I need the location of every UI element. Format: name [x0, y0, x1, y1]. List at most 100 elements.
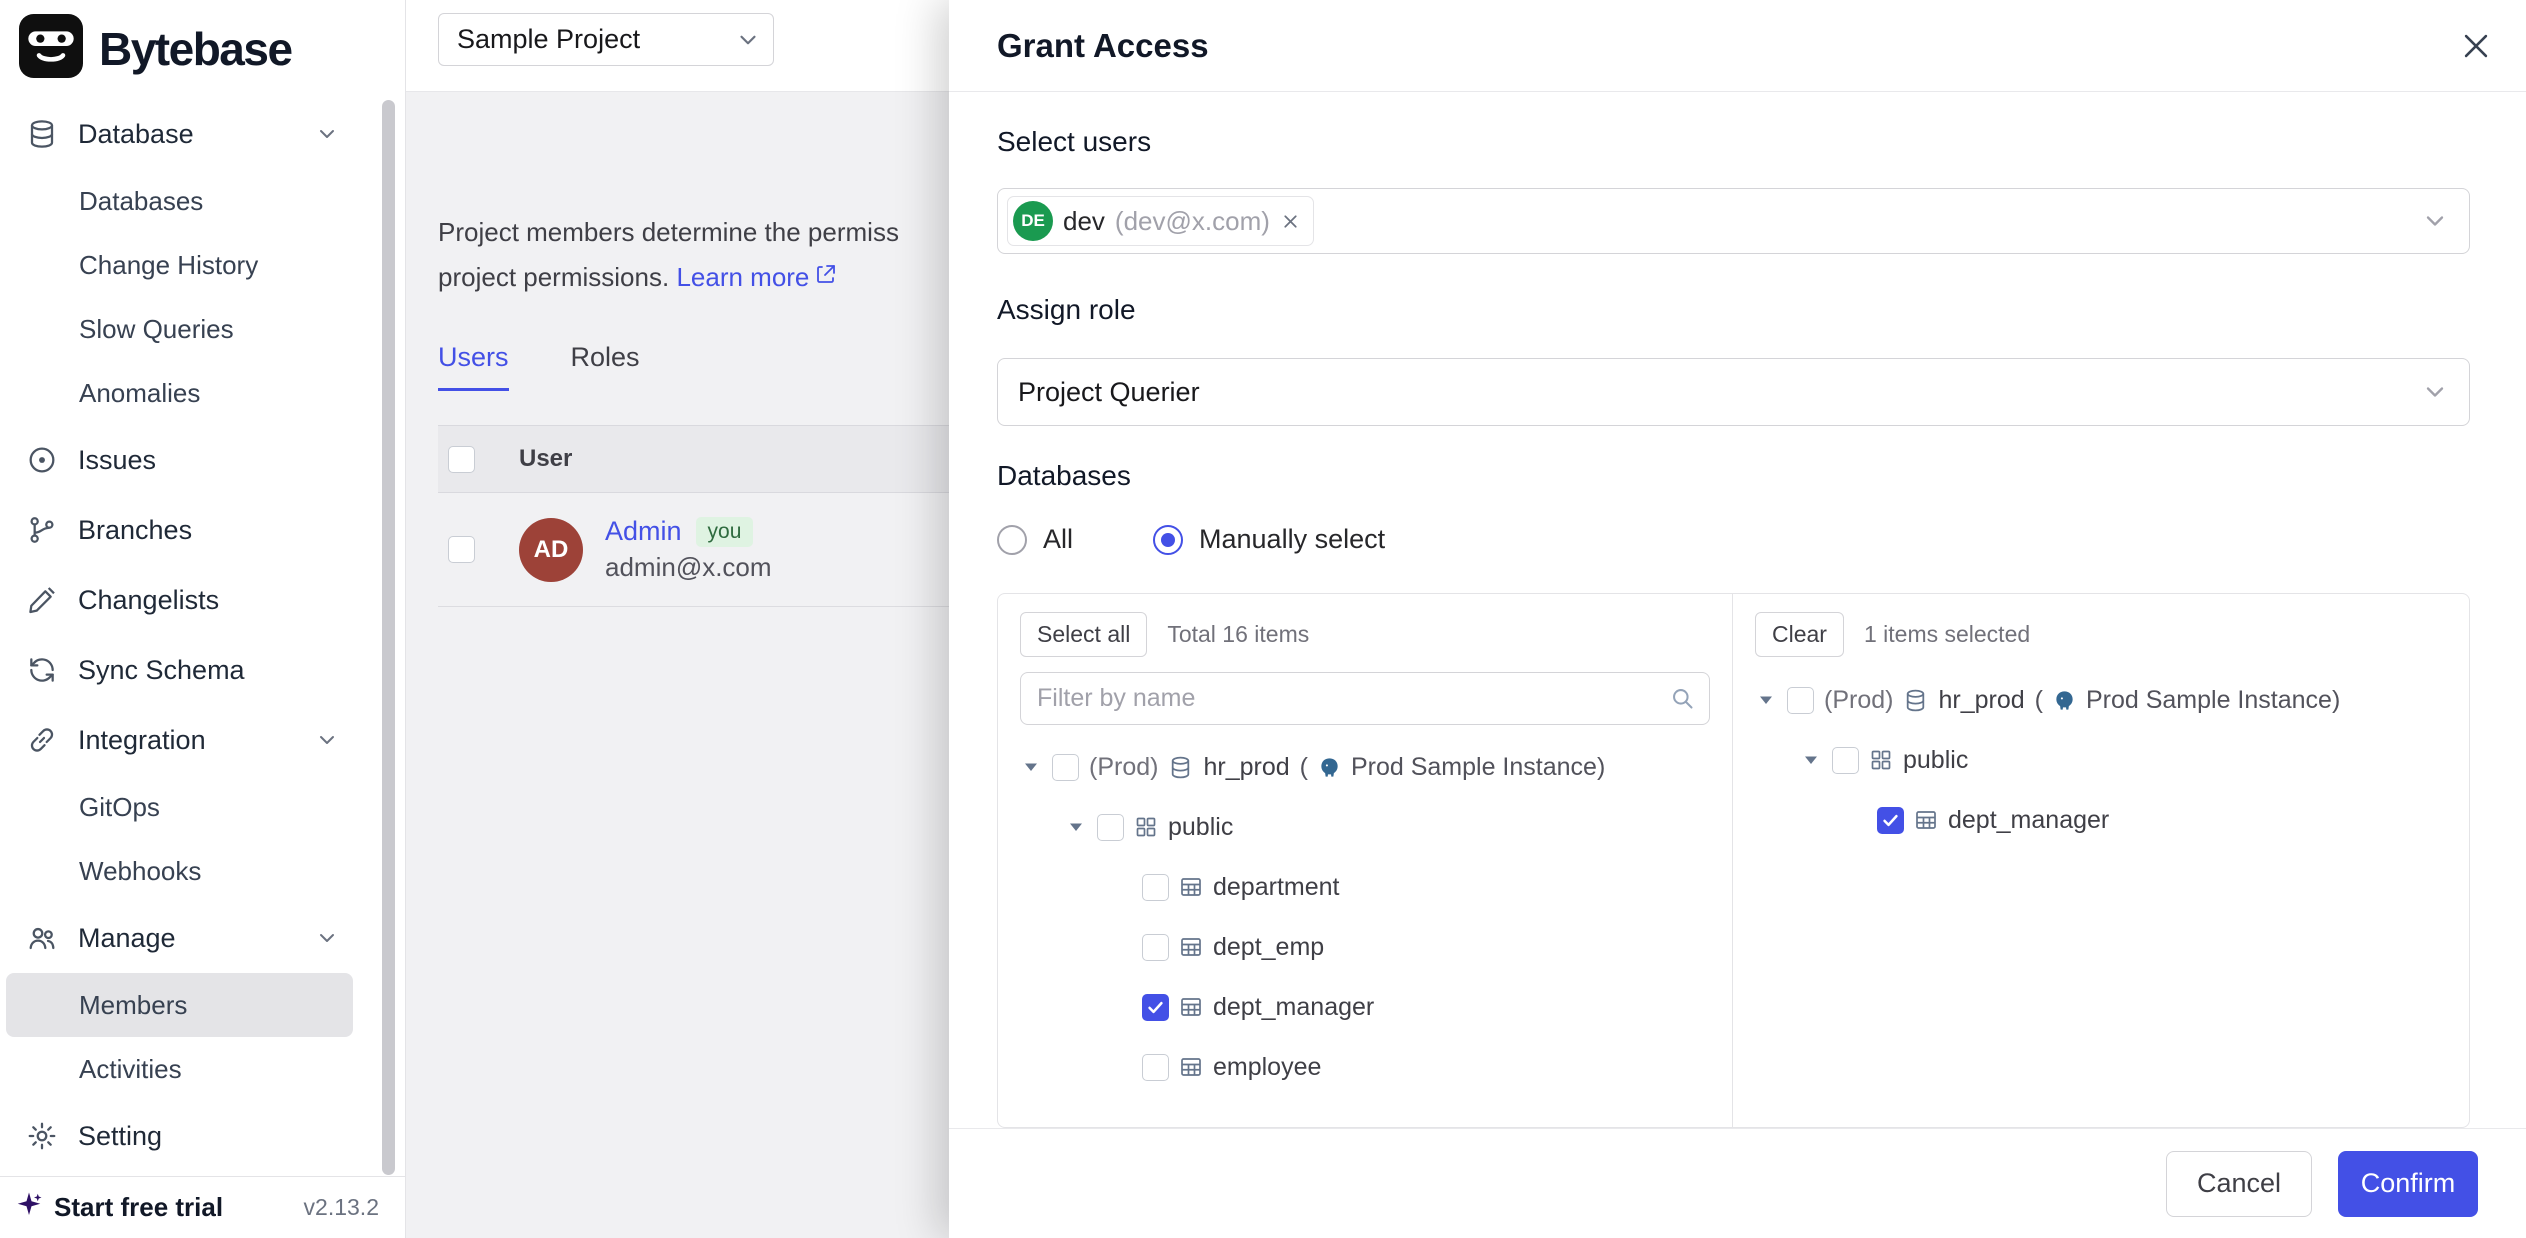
sidebar-item-changelists[interactable]: Changelists: [6, 565, 353, 635]
sidebar-item-anomalies[interactable]: Anomalies: [6, 361, 353, 425]
table-icon: [1179, 1055, 1203, 1079]
selected-count-label: 1 items selected: [1864, 621, 2030, 648]
caret-down-icon[interactable]: [1020, 757, 1042, 777]
radio-icon[interactable]: [997, 525, 1027, 555]
confirm-button[interactable]: Confirm: [2338, 1151, 2478, 1217]
checkbox[interactable]: [1142, 1054, 1169, 1081]
instance-label: Prod Sample Instance): [1351, 753, 1605, 782]
checkbox[interactable]: [1832, 747, 1859, 774]
project-select[interactable]: Sample Project: [438, 13, 774, 66]
select-all-button[interactable]: Select all: [1020, 612, 1147, 657]
checkbox[interactable]: [1877, 807, 1904, 834]
source-tree: (Prod)hr_prod(Prod Sample Instance)publi…: [1020, 737, 1710, 1097]
tree-row-hr-prod[interactable]: (Prod)hr_prod(Prod Sample Instance): [1020, 737, 1710, 797]
sidebar-item-label: Webhooks: [79, 856, 201, 887]
select-users-input[interactable]: DE dev (dev@x.com): [997, 188, 2470, 254]
tree-node-label: hr_prod: [1203, 753, 1289, 782]
tree-row-employee[interactable]: employee: [1020, 1037, 1710, 1097]
sidebar-item-integration[interactable]: Integration: [6, 705, 353, 775]
checkbox[interactable]: [1142, 994, 1169, 1021]
table-icon: [1914, 808, 1938, 832]
sidebar-item-label: Slow Queries: [79, 314, 234, 345]
integration-icon: [26, 724, 60, 756]
grant-access-modal: Grant Access Select users DE dev (dev@x.…: [949, 0, 2526, 1238]
table-icon: [1179, 995, 1203, 1019]
checkbox[interactable]: [1052, 754, 1079, 781]
sidebar-item-gitops[interactable]: GitOps: [6, 775, 353, 839]
cancel-button[interactable]: Cancel: [2166, 1151, 2312, 1217]
database-icon: [1168, 755, 1193, 780]
checkbox[interactable]: [1097, 814, 1124, 841]
sidebar-item-members[interactable]: Members: [6, 973, 353, 1037]
filter-input[interactable]: [1020, 672, 1710, 725]
user-email: admin@x.com: [605, 552, 772, 583]
checkbox[interactable]: [1142, 874, 1169, 901]
sidebar-item-issues[interactable]: Issues: [6, 425, 353, 495]
schema-icon: [1869, 748, 1893, 772]
sidebar-item-change-history[interactable]: Change History: [6, 233, 353, 297]
tree-row-dept-manager[interactable]: dept_manager: [1020, 977, 1710, 1037]
sidebar-item-sync-schema[interactable]: Sync Schema: [6, 635, 353, 705]
tree-row-hr-prod[interactable]: (Prod)hr_prod(Prod Sample Instance): [1755, 670, 2447, 730]
chevron-down-icon: [2421, 378, 2449, 406]
sidebar-item-webhooks[interactable]: Webhooks: [6, 839, 353, 903]
sidebar-item-label: Issues: [78, 445, 156, 476]
table-icon: [1179, 875, 1203, 899]
remove-user-icon[interactable]: [1280, 211, 1301, 232]
postgres-icon: [1318, 756, 1341, 779]
row-checkbox[interactable]: [448, 536, 475, 563]
tree-node-label: dept_manager: [1948, 806, 2109, 835]
learn-more-link[interactable]: Learn more: [676, 255, 838, 300]
close-icon[interactable]: [2454, 24, 2498, 68]
brand[interactable]: Bytebase: [0, 0, 405, 95]
select-users-label: Select users: [997, 126, 1151, 158]
tree-row-public[interactable]: public: [1020, 797, 1710, 857]
checkbox[interactable]: [1787, 687, 1814, 714]
tree-row-dept-emp[interactable]: dept_emp: [1020, 917, 1710, 977]
project-select-value: Sample Project: [457, 24, 640, 55]
selected-user-chip[interactable]: DE dev (dev@x.com): [1007, 196, 1314, 246]
tab-roles[interactable]: Roles: [571, 342, 640, 391]
sparkle-icon: [14, 1190, 44, 1225]
gear-icon: [26, 1120, 60, 1152]
assign-role-label: Assign role: [997, 294, 1136, 326]
avatar: AD: [519, 518, 583, 582]
sidebar-item-label: Integration: [78, 725, 206, 756]
radio-icon[interactable]: [1153, 525, 1183, 555]
caret-down-icon[interactable]: [1755, 690, 1777, 710]
checkbox[interactable]: [1142, 934, 1169, 961]
tree-row-dept-manager[interactable]: dept_manager: [1755, 790, 2447, 850]
database-icon: [26, 118, 60, 150]
selected-tree: (Prod)hr_prod(Prod Sample Instance)publi…: [1755, 670, 2447, 850]
sync-icon: [26, 654, 60, 686]
sidebar-item-databases[interactable]: Databases: [6, 169, 353, 233]
sidebar-item-database[interactable]: Database: [6, 99, 353, 169]
external-link-icon: [814, 255, 838, 300]
instance-open-paren: (: [2035, 686, 2043, 715]
tree-row-public[interactable]: public: [1755, 730, 2447, 790]
modal-header: Grant Access: [949, 0, 2526, 92]
clear-button[interactable]: Clear: [1755, 612, 1844, 657]
tab-users[interactable]: Users: [438, 342, 509, 391]
tree-node-label: hr_prod: [1938, 686, 2024, 715]
role-select[interactable]: Project Querier: [997, 358, 2470, 426]
tree-node-label: public: [1903, 746, 1968, 775]
sidebar-item-branches[interactable]: Branches: [6, 495, 353, 565]
start-free-trial-link[interactable]: Start free trial: [54, 1192, 223, 1223]
radio-manually-select[interactable]: Manually select: [1153, 524, 1385, 555]
radio-all[interactable]: All: [997, 524, 1073, 555]
sidebar-item-slow-queries[interactable]: Slow Queries: [6, 297, 353, 361]
issues-icon: [26, 444, 60, 476]
modal-footer: Cancel Confirm: [949, 1128, 2526, 1238]
tree-row-department[interactable]: department: [1020, 857, 1710, 917]
sidebar-item-manage[interactable]: Manage: [6, 903, 353, 973]
select-all-checkbox[interactable]: [448, 446, 475, 473]
caret-down-icon[interactable]: [1065, 817, 1087, 837]
user-name-link[interactable]: Admin: [605, 516, 682, 547]
sidebar-item-activities[interactable]: Activities: [6, 1037, 353, 1101]
caret-down-icon[interactable]: [1800, 750, 1822, 770]
sidebar-item-setting[interactable]: Setting: [6, 1101, 353, 1171]
tree-node-label: dept_emp: [1213, 933, 1324, 962]
brand-name: Bytebase: [99, 22, 292, 76]
sidebar-scrollbar[interactable]: [382, 100, 395, 1175]
